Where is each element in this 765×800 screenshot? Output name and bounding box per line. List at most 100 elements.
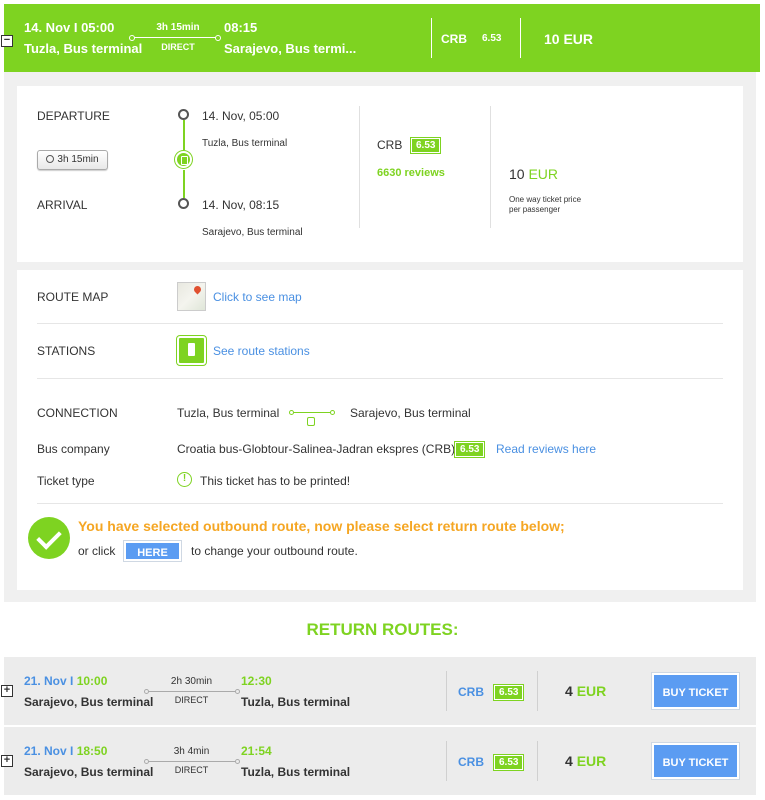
trip-duration: 2h 30min (170, 676, 213, 687)
info-icon: ! (177, 472, 192, 487)
divider (490, 106, 491, 228)
see-stations-link[interactable]: See route stations (213, 344, 310, 358)
selection-notice: You have selected outbound route, now pl… (78, 518, 565, 534)
arrival-station-detail: Sarajevo, Bus terminal (202, 227, 303, 238)
departure-datetime: 21. Nov I 18:50 (24, 744, 107, 758)
departure-time: 18:50 (76, 744, 108, 758)
arrival-station: Tuzla, Bus terminal (241, 695, 351, 709)
clock-icon (46, 155, 55, 163)
reviews-count[interactable]: 6630 reviews (377, 167, 445, 179)
bus-icon (175, 151, 192, 168)
route-details-panel: DEPARTURE ARRIVAL 3h 15min 14. Nov, 05:0… (4, 72, 756, 602)
bus-company-name: Croatia bus-Globtour-Salinea-Jadran eksp… (177, 442, 456, 456)
operator-code: CRB (441, 32, 467, 46)
operator-rating: 6.53 (482, 33, 502, 44)
price-note-line-1: One way ticket price (509, 195, 582, 204)
price-currency: EUR (528, 166, 559, 182)
connection-line-icon (289, 410, 335, 415)
rating-value: 6.53 (411, 138, 441, 153)
departure-time: 10:00 (76, 674, 108, 688)
ticket-type-value: This ticket has to be printed! (200, 474, 351, 488)
price-value: 10 EUR (509, 166, 558, 182)
connection-label: CONNECTION (37, 406, 118, 420)
timeline-line (183, 170, 185, 198)
stations-icon[interactable] (177, 336, 206, 365)
duration-pill: 3h 15min (37, 150, 108, 170)
departure-date: 21. Nov I (24, 744, 74, 758)
outbound-summary-bar[interactable]: − 14. Nov I 05:00 Tuzla, Bus terminal 3h… (1, 4, 760, 72)
return-routes-title: RETURN ROUTES: (306, 620, 459, 639)
read-reviews-link[interactable]: Read reviews here (496, 442, 596, 456)
departure-label: DEPARTURE (37, 109, 110, 123)
rating-value: 6.53 (494, 755, 524, 770)
price-amount: 4 (565, 753, 573, 769)
duration-value: 3h 15min (57, 154, 99, 165)
price-currency: EUR (576, 683, 607, 699)
operator-code: CRB (458, 685, 484, 699)
price-amount: 4 (565, 683, 573, 699)
divider (537, 671, 538, 711)
price-amount: 10 (509, 166, 525, 182)
route-map-label: ROUTE MAP (37, 290, 109, 304)
checkmark-icon (28, 517, 70, 559)
buy-ticket-button[interactable]: BUY TICKET (652, 673, 739, 709)
departure-station: Sarajevo, Bus terminal (24, 765, 154, 779)
departure-datetime-detail: 14. Nov, 05:00 (202, 109, 280, 123)
see-map-link[interactable]: Click to see map (213, 290, 302, 304)
map-thumbnail-icon[interactable] (177, 282, 206, 311)
rating-badge: 6.53 (494, 754, 524, 770)
departure-station: Tuzla, Bus terminal (24, 41, 143, 56)
departure-station-detail: Tuzla, Bus terminal (202, 138, 288, 149)
change-route-text: to change your outbound route. (191, 544, 358, 558)
rating-badge: 6.53 (455, 441, 485, 457)
arrival-point-icon (178, 198, 189, 209)
rating-badge: 6.53 (411, 137, 441, 153)
ticket-price: 4 EUR (565, 683, 606, 699)
divider (431, 18, 432, 58)
divider (359, 106, 360, 228)
departure-point-icon (178, 109, 189, 120)
arrival-datetime-detail: 14. Nov, 08:15 (202, 198, 280, 212)
here-button[interactable]: HERE (124, 541, 181, 561)
ticket-price: 10 EUR (544, 31, 594, 47)
departure-date: 21. Nov I (24, 674, 74, 688)
return-route-row[interactable]: + 21. Nov I 10:00 Sarajevo, Bus terminal… (1, 657, 756, 725)
or-click-text: or click (78, 544, 116, 558)
departure-datetime: 21. Nov I 10:00 (24, 674, 107, 688)
route-line-icon (144, 759, 240, 764)
divider (37, 323, 723, 324)
stations-label: STATIONS (37, 344, 96, 358)
bus-company-label: Bus company (37, 442, 110, 456)
divider (520, 18, 521, 58)
direct-label: DIRECT (161, 42, 195, 52)
divider (37, 378, 723, 379)
divider (446, 671, 447, 711)
return-route-row[interactable]: + 21. Nov I 18:50 Sarajevo, Bus terminal… (1, 727, 756, 795)
collapse-toggle-icon[interactable]: − (1, 35, 13, 47)
direct-label: DIRECT (174, 695, 209, 705)
departure-datetime: 14. Nov I 05:00 (24, 20, 115, 35)
connection-from: Tuzla, Bus terminal (177, 406, 280, 420)
divider (37, 503, 723, 504)
ticket-price: 4 EUR (565, 753, 606, 769)
expand-toggle-icon[interactable]: + (1, 685, 13, 697)
rating-value: 6.53 (494, 685, 524, 700)
arrival-time: 21:54 (241, 744, 272, 758)
divider (446, 741, 447, 781)
direct-label: DIRECT (174, 765, 209, 775)
route-line-icon (129, 35, 221, 41)
bus-icon (307, 417, 315, 426)
arrival-time: 08:15 (224, 20, 258, 35)
arrival-station: Tuzla, Bus terminal (241, 765, 351, 779)
price-currency: EUR (576, 753, 607, 769)
timeline-line (183, 120, 185, 150)
price-note-line-2: per passenger (509, 205, 561, 214)
trip-duration: 3h 4min (173, 746, 210, 757)
operator-code: CRB (458, 755, 484, 769)
operator-code: CRB (377, 138, 403, 152)
buy-ticket-button[interactable]: BUY TICKET (652, 743, 739, 779)
trip-duration: 3h 15min (156, 22, 200, 33)
expand-toggle-icon[interactable]: + (1, 755, 13, 767)
ticket-type-label: Ticket type (37, 474, 95, 488)
divider (537, 741, 538, 781)
